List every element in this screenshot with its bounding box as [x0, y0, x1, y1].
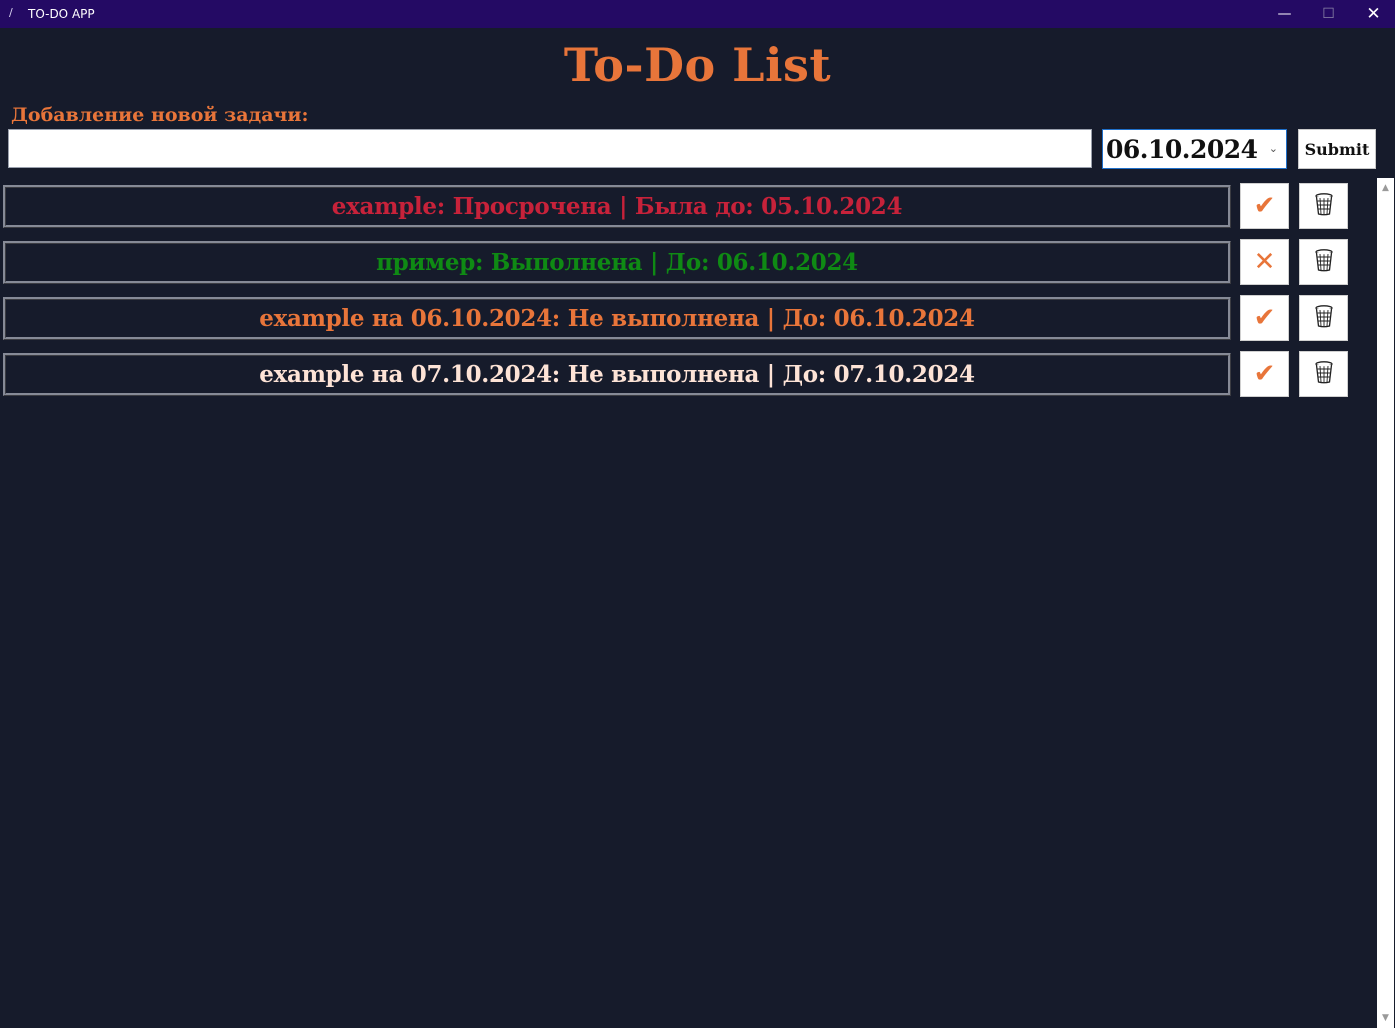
window-titlebar: ∕ TO-DO APP — ☐ ✕ [0, 0, 1395, 28]
scrollbar[interactable]: ▲ ▼ [1377, 178, 1394, 1028]
date-value: 06.10.2024 [1106, 134, 1258, 164]
task-row: example на 06.10.2024: Не выполнена | До… [3, 295, 1348, 341]
page-title: To-Do List [563, 38, 832, 92]
task-text: пример: Выполнена | До: 06.10.2024 [376, 249, 858, 276]
trash-icon [1313, 248, 1335, 276]
delete-task-button[interactable] [1299, 183, 1348, 229]
chevron-down-icon[interactable]: ⌄ [1269, 142, 1278, 155]
task-row: example на 07.10.2024: Не выполнена | До… [3, 351, 1348, 397]
maximize-button[interactable]: ☐ [1306, 0, 1351, 28]
trash-icon [1313, 304, 1335, 332]
toggle-status-button[interactable]: ✔ [1240, 295, 1289, 341]
check-icon: ✔ [1253, 191, 1276, 221]
check-icon: ✔ [1253, 359, 1276, 389]
cross-icon: ✕ [1253, 247, 1276, 277]
submit-button[interactable]: Submit [1298, 129, 1376, 169]
task-label-box: example: Просрочена | Была до: 05.10.202… [3, 185, 1231, 228]
toggle-status-button[interactable]: ✕ [1240, 239, 1289, 285]
delete-task-button[interactable] [1299, 295, 1348, 341]
delete-task-button[interactable] [1299, 351, 1348, 397]
trash-icon [1313, 192, 1335, 220]
task-label-box: example на 06.10.2024: Не выполнена | До… [3, 297, 1231, 340]
task-text: example: Просрочена | Была до: 05.10.202… [331, 193, 903, 220]
trash-icon [1313, 360, 1335, 388]
task-row: example: Просрочена | Была до: 05.10.202… [3, 183, 1348, 229]
toggle-status-button[interactable]: ✔ [1240, 183, 1289, 229]
task-text: example на 06.10.2024: Не выполнена | До… [259, 305, 975, 332]
feather-icon: ∕ [9, 6, 13, 19]
task-row: пример: Выполнена | До: 06.10.2024 ✕ [3, 239, 1348, 285]
check-icon: ✔ [1253, 303, 1276, 333]
date-picker[interactable]: 06.10.2024 ⌄ [1102, 129, 1287, 169]
task-input[interactable] [8, 129, 1092, 168]
scroll-up-icon[interactable]: ▲ [1377, 180, 1394, 196]
task-label-box: example на 07.10.2024: Не выполнена | До… [3, 353, 1231, 396]
close-button[interactable]: ✕ [1351, 0, 1395, 28]
window-title: TO-DO APP [28, 7, 95, 21]
delete-task-button[interactable] [1299, 239, 1348, 285]
new-task-label: Добавление новой задачи: [11, 104, 309, 126]
minimize-button[interactable]: — [1262, 0, 1307, 28]
scroll-down-icon[interactable]: ▼ [1377, 1010, 1394, 1026]
task-text: example на 07.10.2024: Не выполнена | До… [259, 361, 975, 388]
toggle-status-button[interactable]: ✔ [1240, 351, 1289, 397]
task-label-box: пример: Выполнена | До: 06.10.2024 [3, 241, 1231, 284]
